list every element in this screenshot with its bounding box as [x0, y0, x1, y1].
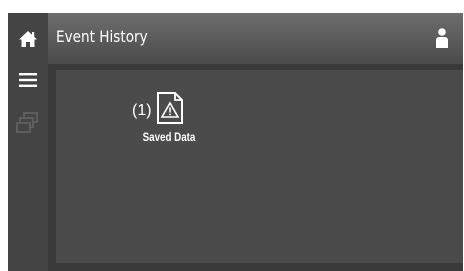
home-button[interactable]	[8, 13, 48, 64]
menu-icon	[19, 73, 37, 87]
home-icon	[19, 30, 37, 47]
stacked-boxes-button[interactable]	[8, 108, 48, 138]
saved-data-count: (1)	[132, 102, 152, 119]
saved-data-tile[interactable]: (1) Saved Data	[132, 90, 202, 152]
app-window: Event History (1) Saved Data	[8, 13, 463, 271]
user-icon	[436, 28, 448, 48]
content-panel: (1) Saved Data	[56, 70, 463, 263]
top-bar: Event History	[8, 13, 463, 64]
page-title: Event History	[56, 27, 148, 46]
stacked-boxes-icon	[16, 112, 38, 133]
document-warning-icon	[157, 92, 183, 124]
saved-data-label: Saved Data	[142, 132, 196, 144]
sidebar	[8, 64, 48, 271]
user-button[interactable]	[431, 24, 453, 52]
menu-button[interactable]	[8, 64, 48, 96]
